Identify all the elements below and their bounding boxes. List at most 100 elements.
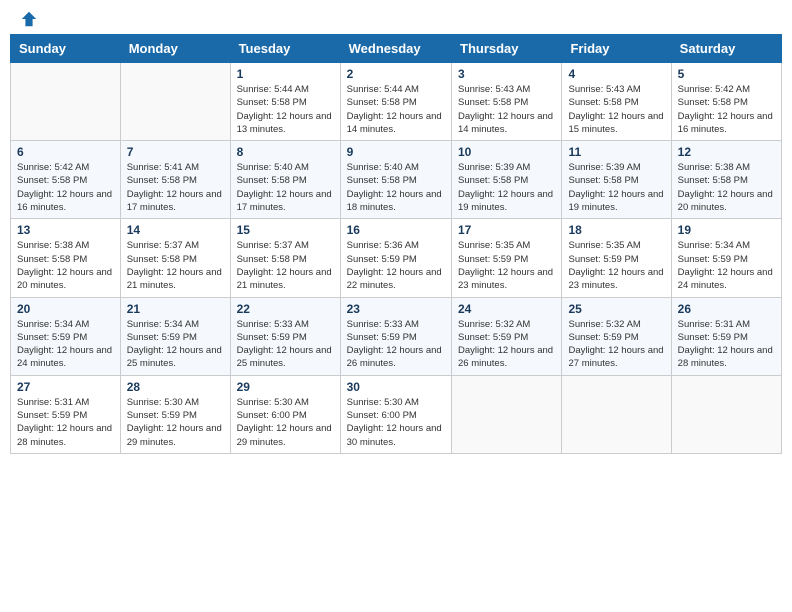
day-info: Sunrise: 5:32 AM Sunset: 5:59 PM Dayligh… bbox=[568, 318, 664, 371]
day-number: 12 bbox=[678, 145, 775, 159]
calendar-cell: 22 Sunrise: 5:33 AM Sunset: 5:59 PM Dayli… bbox=[230, 297, 340, 375]
calendar-cell: 20Sunrise: 5:34 AM Sunset: 5:59 PM Dayli… bbox=[11, 297, 121, 375]
calendar-cell: 21 Sunrise: 5:34 AM Sunset: 5:59 PM Dayli… bbox=[120, 297, 230, 375]
calendar-cell: 9 Sunrise: 5:40 AM Sunset: 5:58 PM Daylig… bbox=[340, 141, 451, 219]
calendar-cell: 14 Sunrise: 5:37 AM Sunset: 5:58 PM Dayli… bbox=[120, 219, 230, 297]
calendar-week-row: 6 Sunrise: 5:42 AM Sunset: 5:58 PM Daylig… bbox=[11, 141, 782, 219]
day-info: Sunrise: 5:39 AM Sunset: 5:58 PM Dayligh… bbox=[458, 161, 555, 214]
day-info: Sunrise: 5:30 AM Sunset: 5:59 PM Dayligh… bbox=[127, 396, 224, 449]
day-number: 15 bbox=[237, 223, 334, 237]
calendar-cell bbox=[562, 375, 671, 453]
weekday-header-sunday: Sunday bbox=[11, 35, 121, 63]
day-info: Sunrise: 5:33 AM Sunset: 5:59 PM Dayligh… bbox=[347, 318, 445, 371]
day-number: 22 bbox=[237, 302, 334, 316]
day-number: 10 bbox=[458, 145, 555, 159]
day-info: Sunrise: 5:44 AM Sunset: 5:58 PM Dayligh… bbox=[347, 83, 445, 136]
day-number: 16 bbox=[347, 223, 445, 237]
day-info: Sunrise: 5:38 AM Sunset: 5:58 PM Dayligh… bbox=[678, 161, 775, 214]
day-info: Sunrise: 5:35 AM Sunset: 5:59 PM Dayligh… bbox=[458, 239, 555, 292]
day-number: 11 bbox=[568, 145, 664, 159]
calendar-cell: 28 Sunrise: 5:30 AM Sunset: 5:59 PM Dayli… bbox=[120, 375, 230, 453]
day-info: Sunrise: 5:40 AM Sunset: 5:58 PM Dayligh… bbox=[347, 161, 445, 214]
day-number: 6 bbox=[17, 145, 114, 159]
day-number: 1 bbox=[237, 67, 334, 81]
day-info: Sunrise: 5:37 AM Sunset: 5:58 PM Dayligh… bbox=[127, 239, 224, 292]
day-number: 27 bbox=[17, 380, 114, 394]
calendar-table: SundayMondayTuesdayWednesdayThursdayFrid… bbox=[10, 34, 782, 454]
calendar-week-row: 13 Sunrise: 5:38 AM Sunset: 5:58 PM Dayli… bbox=[11, 219, 782, 297]
day-info: Sunrise: 5:34 AM Sunset: 5:59 PM Dayligh… bbox=[127, 318, 224, 371]
day-number: 14 bbox=[127, 223, 224, 237]
day-info: Sunrise: 5:42 AM Sunset: 5:58 PM Dayligh… bbox=[17, 161, 114, 214]
calendar-cell: 18Sunrise: 5:35 AM Sunset: 5:59 PM Dayli… bbox=[562, 219, 671, 297]
calendar-cell bbox=[120, 63, 230, 141]
day-number: 13 bbox=[17, 223, 114, 237]
day-number: 24 bbox=[458, 302, 555, 316]
day-info: Sunrise: 5:31 AM Sunset: 5:59 PM Dayligh… bbox=[678, 318, 775, 371]
calendar-cell: 17 Sunrise: 5:35 AM Sunset: 5:59 PM Dayli… bbox=[452, 219, 562, 297]
day-info: Sunrise: 5:42 AM Sunset: 5:58 PM Dayligh… bbox=[678, 83, 775, 136]
day-info: Sunrise: 5:34 AM Sunset: 5:59 PM Dayligh… bbox=[678, 239, 775, 292]
weekday-header-saturday: Saturday bbox=[671, 35, 781, 63]
day-info: Sunrise: 5:30 AM Sunset: 6:00 PM Dayligh… bbox=[237, 396, 334, 449]
calendar-cell: 11 Sunrise: 5:39 AM Sunset: 5:58 PM Dayli… bbox=[562, 141, 671, 219]
calendar-cell bbox=[452, 375, 562, 453]
calendar-cell: 27 Sunrise: 5:31 AM Sunset: 5:59 PM Dayli… bbox=[11, 375, 121, 453]
logo bbox=[18, 10, 38, 28]
calendar-cell: 1Sunrise: 5:44 AM Sunset: 5:58 PM Daylig… bbox=[230, 63, 340, 141]
day-number: 9 bbox=[347, 145, 445, 159]
calendar-cell: 7 Sunrise: 5:41 AM Sunset: 5:58 PM Daylig… bbox=[120, 141, 230, 219]
calendar-cell: 10 Sunrise: 5:39 AM Sunset: 5:58 PM Dayli… bbox=[452, 141, 562, 219]
weekday-header-friday: Friday bbox=[562, 35, 671, 63]
calendar-cell: 19Sunrise: 5:34 AM Sunset: 5:59 PM Dayli… bbox=[671, 219, 781, 297]
day-number: 30 bbox=[347, 380, 445, 394]
day-info: Sunrise: 5:37 AM Sunset: 5:58 PM Dayligh… bbox=[237, 239, 334, 292]
calendar-cell: 13 Sunrise: 5:38 AM Sunset: 5:58 PM Dayli… bbox=[11, 219, 121, 297]
calendar-cell: 23 Sunrise: 5:33 AM Sunset: 5:59 PM Dayli… bbox=[340, 297, 451, 375]
day-number: 23 bbox=[347, 302, 445, 316]
day-info: Sunrise: 5:39 AM Sunset: 5:58 PM Dayligh… bbox=[568, 161, 664, 214]
weekday-header-tuesday: Tuesday bbox=[230, 35, 340, 63]
calendar-cell: 30Sunrise: 5:30 AM Sunset: 6:00 PM Dayli… bbox=[340, 375, 451, 453]
day-number: 20 bbox=[17, 302, 114, 316]
day-number: 28 bbox=[127, 380, 224, 394]
calendar-cell: 29 Sunrise: 5:30 AM Sunset: 6:00 PM Dayli… bbox=[230, 375, 340, 453]
day-number: 17 bbox=[458, 223, 555, 237]
day-number: 4 bbox=[568, 67, 664, 81]
day-number: 3 bbox=[458, 67, 555, 81]
day-number: 29 bbox=[237, 380, 334, 394]
calendar-cell: 6 Sunrise: 5:42 AM Sunset: 5:58 PM Daylig… bbox=[11, 141, 121, 219]
day-info: Sunrise: 5:40 AM Sunset: 5:58 PM Dayligh… bbox=[237, 161, 334, 214]
calendar-cell: 4 Sunrise: 5:43 AM Sunset: 5:58 PM Daylig… bbox=[562, 63, 671, 141]
logo-icon bbox=[20, 10, 38, 28]
weekday-header-monday: Monday bbox=[120, 35, 230, 63]
weekday-header-wednesday: Wednesday bbox=[340, 35, 451, 63]
calendar-cell: 16Sunrise: 5:36 AM Sunset: 5:59 PM Dayli… bbox=[340, 219, 451, 297]
calendar-cell: 15 Sunrise: 5:37 AM Sunset: 5:58 PM Dayli… bbox=[230, 219, 340, 297]
day-number: 18 bbox=[568, 223, 664, 237]
calendar-header-row: SundayMondayTuesdayWednesdayThursdayFrid… bbox=[11, 35, 782, 63]
day-info: Sunrise: 5:31 AM Sunset: 5:59 PM Dayligh… bbox=[17, 396, 114, 449]
day-info: Sunrise: 5:32 AM Sunset: 5:59 PM Dayligh… bbox=[458, 318, 555, 371]
calendar-cell: 5 Sunrise: 5:42 AM Sunset: 5:58 PM Daylig… bbox=[671, 63, 781, 141]
calendar-cell: 24 Sunrise: 5:32 AM Sunset: 5:59 PM Dayli… bbox=[452, 297, 562, 375]
day-info: Sunrise: 5:43 AM Sunset: 5:58 PM Dayligh… bbox=[568, 83, 664, 136]
day-number: 5 bbox=[678, 67, 775, 81]
calendar-cell: 12 Sunrise: 5:38 AM Sunset: 5:58 PM Dayli… bbox=[671, 141, 781, 219]
day-info: Sunrise: 5:41 AM Sunset: 5:58 PM Dayligh… bbox=[127, 161, 224, 214]
calendar-cell: 2Sunrise: 5:44 AM Sunset: 5:58 PM Daylig… bbox=[340, 63, 451, 141]
weekday-header-thursday: Thursday bbox=[452, 35, 562, 63]
day-number: 7 bbox=[127, 145, 224, 159]
calendar-week-row: 1 Sunrise: 5:44 AM Sunset: 5:58 PM Daylig… bbox=[11, 63, 782, 141]
day-info: Sunrise: 5:38 AM Sunset: 5:58 PM Dayligh… bbox=[17, 239, 114, 292]
day-number: 8 bbox=[237, 145, 334, 159]
calendar-cell: 3Sunrise: 5:43 AM Sunset: 5:58 PM Daylig… bbox=[452, 63, 562, 141]
day-info: Sunrise: 5:33 AM Sunset: 5:59 PM Dayligh… bbox=[237, 318, 334, 371]
calendar-cell: 8 Sunrise: 5:40 AM Sunset: 5:58 PM Daylig… bbox=[230, 141, 340, 219]
calendar-cell bbox=[11, 63, 121, 141]
calendar-cell: 25 Sunrise: 5:32 AM Sunset: 5:59 PM Dayli… bbox=[562, 297, 671, 375]
day-number: 21 bbox=[127, 302, 224, 316]
day-number: 25 bbox=[568, 302, 664, 316]
calendar-week-row: 27 Sunrise: 5:31 AM Sunset: 5:59 PM Dayli… bbox=[11, 375, 782, 453]
calendar-cell: 26Sunrise: 5:31 AM Sunset: 5:59 PM Dayli… bbox=[671, 297, 781, 375]
